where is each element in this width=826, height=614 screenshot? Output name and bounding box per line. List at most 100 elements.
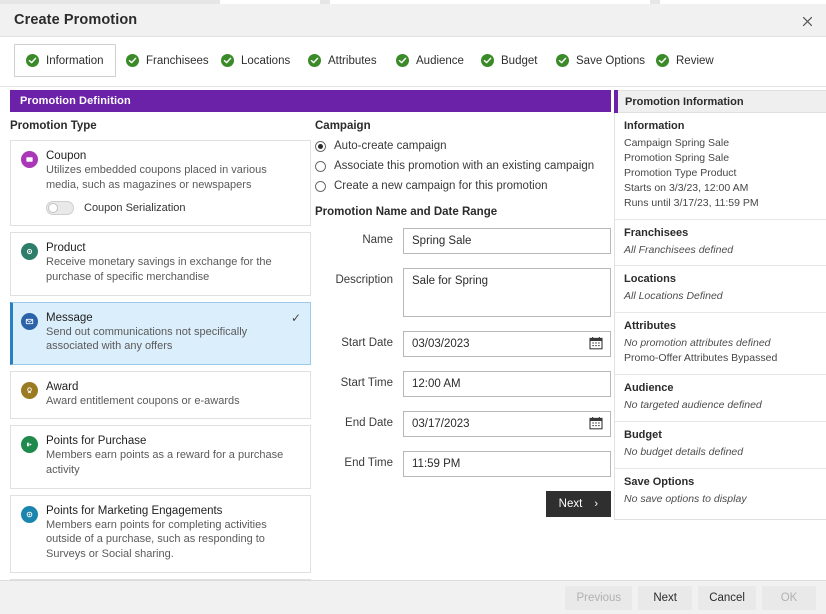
name-input[interactable]: Spring Sale — [403, 228, 611, 254]
info-section-locations: Locations All Locations Defined — [615, 266, 826, 314]
promotion-type-desc: Utilizes embedded coupons placed in vari… — [46, 164, 267, 191]
tab-review[interactable]: Review — [645, 44, 725, 77]
end-time-label: End Time — [344, 457, 393, 469]
tab-label: Review — [676, 54, 714, 67]
tab-label: Budget — [501, 54, 538, 67]
check-circle-icon — [221, 54, 234, 67]
toggle-knob — [48, 203, 58, 214]
info-line: Promo-Offer Attributes Bypassed — [624, 352, 778, 365]
next-step-label: Next — [558, 498, 583, 510]
field-row-end-date: End Date 03/17/2023 — [315, 411, 611, 437]
info-section-title: Attributes — [624, 320, 676, 333]
check-circle-icon — [26, 54, 39, 67]
coupon-icon — [21, 151, 38, 168]
end-date-value: 03/17/2023 — [412, 418, 470, 430]
radio-icon — [315, 180, 326, 192]
tab-locations[interactable]: Locations — [210, 44, 301, 77]
tab-label: Save Options — [576, 54, 646, 67]
radio-label: Create a new campaign for this promotion — [334, 180, 548, 192]
next-button[interactable]: Next — [638, 586, 693, 610]
tab-information[interactable]: Information — [14, 44, 116, 77]
ok-button[interactable]: OK — [762, 586, 816, 610]
purple-accent-bar — [614, 90, 618, 113]
description-textarea[interactable]: Sale for Spring — [403, 268, 611, 317]
close-icon[interactable] — [794, 9, 820, 33]
end-time-input[interactable]: 11:59 PM — [403, 451, 611, 477]
dialog-titlebar: Create Promotion — [0, 4, 826, 37]
selected-check-icon: ✓ — [290, 310, 301, 325]
promotion-type-desc: Send out communications not specifically… — [46, 325, 248, 353]
start-time-input[interactable]: 12:00 AM — [403, 371, 611, 397]
tab-audience[interactable]: Audience — [385, 44, 475, 77]
award-icon — [21, 381, 38, 399]
info-section-title: Locations — [624, 273, 676, 286]
radio-create-new-campaign[interactable]: Create a new campaign for this promotion — [315, 180, 611, 192]
message-icon — [21, 312, 38, 330]
info-section-title: Franchisees — [624, 226, 689, 239]
coupon-serialization-toggle[interactable] — [46, 201, 74, 216]
next-button-wrap: Next › — [315, 491, 611, 517]
dialog-body: Promotion Type Coupon Utilizes embedded … — [0, 90, 826, 614]
tab-budget[interactable]: Budget — [470, 44, 548, 77]
radio-label: Associate this promotion with an existin… — [334, 160, 595, 172]
info-section-audience: Audience No targeted audience defined — [615, 375, 826, 423]
info-line: No budget details defined — [624, 446, 744, 459]
footer-buttons: Previous Next Cancel OK — [565, 586, 816, 610]
tab-label: Franchisees — [146, 54, 209, 67]
coupon-serialization-label: Coupon Serialization — [84, 202, 186, 215]
promotion-type-points-for-marketing-engagements[interactable]: Points for Marketing Engagements Members… — [10, 494, 311, 573]
name-label: Name — [362, 234, 393, 246]
info-line: Promotion Spring Sale — [624, 151, 730, 164]
promotion-information-header: Promotion Information — [614, 90, 826, 113]
calendar-icon[interactable] — [589, 416, 603, 430]
promotion-type-message[interactable]: Message Send out communications not spec… — [10, 301, 311, 365]
info-section-information: Information Campaign Spring Sale Promoti… — [615, 113, 826, 220]
tab-franchisees[interactable]: Franchisees — [115, 44, 220, 77]
tab-label: Attributes — [328, 54, 377, 67]
promotion-type-desc: Award entitlement coupons or e-awards — [46, 394, 240, 407]
check-circle-icon — [481, 54, 494, 67]
calendar-icon[interactable] — [589, 336, 603, 350]
field-row-end-time: End Time 11:59 PM — [315, 451, 611, 477]
promotion-type-award[interactable]: Award Award entitlement coupons or e-awa… — [10, 370, 311, 420]
promotion-information-title: Promotion Information — [625, 95, 744, 108]
promotion-type-name: Message — [46, 311, 93, 324]
promotion-type-panel: Promotion Type Coupon Utilizes embedded … — [10, 120, 311, 614]
coupon-serialization-row: Coupon Serialization — [46, 201, 300, 216]
next-step-button[interactable]: Next › — [545, 491, 611, 517]
tab-label: Audience — [416, 54, 464, 67]
promotion-type-name: Points for Purchase — [46, 435, 147, 448]
check-circle-icon — [556, 54, 569, 67]
info-section-title: Budget — [624, 429, 662, 442]
promotion-type-name: Award — [46, 380, 79, 393]
promotion-type-points-for-purchase[interactable]: Points for Purchase Members earn points … — [10, 425, 311, 489]
campaign-panel: Campaign Auto-create campaign Associate … — [315, 120, 611, 517]
info-line: Campaign Spring Sale — [624, 137, 730, 149]
info-line: No save options to display — [624, 492, 747, 505]
previous-button[interactable]: Previous — [565, 586, 633, 610]
promotion-information-panel: Promotion Information Information Campai… — [614, 90, 826, 520]
info-line: Starts on 3/3/23, 12:00 AM — [624, 181, 749, 194]
end-date-label: End Date — [345, 417, 393, 429]
info-section-save-options: Save Options No save options to display — [615, 469, 826, 515]
info-section-title: Information — [624, 120, 685, 132]
promotion-type-name: Coupon — [46, 150, 87, 162]
promotion-type-desc: Members earn points for completing activ… — [46, 518, 267, 560]
start-date-input[interactable]: 03/03/2023 — [403, 331, 611, 357]
tab-attributes[interactable]: Attributes — [297, 44, 388, 77]
promotion-type-name: Product — [46, 242, 86, 255]
promotion-type-product[interactable]: Product Receive monetary savings in exch… — [10, 232, 311, 296]
check-circle-icon — [126, 54, 139, 67]
wizard-tabs: Information Franchisees Locations Attrib… — [0, 38, 826, 87]
info-section-franchisees: Franchisees All Franchisees defined — [615, 220, 826, 267]
check-circle-icon — [308, 54, 321, 67]
cancel-button[interactable]: Cancel — [698, 586, 756, 610]
radio-icon — [315, 160, 326, 172]
tab-label: Information — [46, 54, 104, 67]
radio-auto-create-campaign[interactable]: Auto-create campaign — [315, 140, 611, 152]
promotion-type-desc: Members earn points as a reward for a pu… — [46, 449, 284, 476]
radio-associate-existing-campaign[interactable]: Associate this promotion with an existin… — [315, 160, 611, 172]
tab-save-options[interactable]: Save Options — [545, 44, 656, 77]
promotion-type-coupon[interactable]: Coupon Utilizes embedded coupons placed … — [10, 140, 311, 227]
end-date-input[interactable]: 03/17/2023 — [403, 411, 611, 437]
